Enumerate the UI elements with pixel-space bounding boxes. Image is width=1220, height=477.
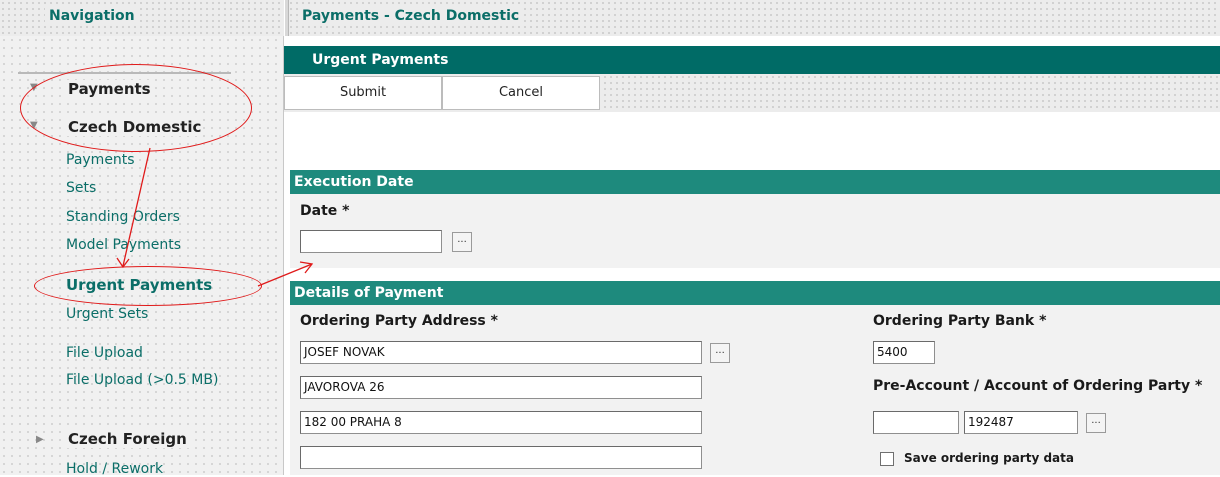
sidebar-item-sets[interactable]: Sets <box>66 180 96 196</box>
action-toolbar: Submit Cancel <box>284 74 1220 112</box>
page-title: Payments - Czech Domestic <box>298 8 524 24</box>
pre-account-input[interactable] <box>873 411 959 434</box>
top-header-bar: Navigation Payments - Czech Domestic <box>0 0 1220 37</box>
form-title: Urgent Payments <box>284 46 1220 74</box>
section-header-execution-date: Execution Date <box>290 170 1220 194</box>
submit-button[interactable]: Submit <box>284 76 442 110</box>
header-divider <box>284 0 289 36</box>
expand-arrow-icon[interactable]: ▶ <box>36 434 44 445</box>
ordering-party-bank-input[interactable]: 5400 <box>873 341 935 364</box>
account-number-input[interactable]: 192487 <box>964 411 1078 434</box>
execution-date-section: Date * ... <box>290 194 1220 268</box>
address-line-3-input[interactable]: 182 00 PRAHA 8 <box>300 411 702 434</box>
address-lookup-button[interactable]: ... <box>710 343 730 363</box>
sidebar-item-payments[interactable]: Payments <box>66 152 135 168</box>
sidebar-group-czech-domestic[interactable]: Czech Domestic <box>66 118 204 136</box>
sidebar-item-file-upload-large[interactable]: File Upload (>0.5 MB) <box>66 372 236 388</box>
save-ordering-party-checkbox[interactable] <box>880 452 894 466</box>
sidebar-group-payments[interactable]: Payments <box>66 80 153 98</box>
ordering-party-bank-label: Ordering Party Bank * <box>873 313 1047 329</box>
sidebar-item-file-upload[interactable]: File Upload <box>66 345 143 361</box>
collapse-arrow-icon[interactable]: ▼ <box>30 82 38 93</box>
collapse-arrow-icon[interactable]: ▼ <box>30 120 38 131</box>
sidebar-item-standing-orders[interactable]: Standing Orders <box>66 209 180 225</box>
account-label: Pre-Account / Account of Ordering Party … <box>873 378 1203 394</box>
address-line-1-input[interactable]: JOSEF NOVAK <box>300 341 702 364</box>
date-picker-button[interactable]: ... <box>452 232 472 252</box>
cancel-button[interactable]: Cancel <box>442 76 600 110</box>
date-input[interactable] <box>300 230 442 253</box>
address-line-2-input[interactable]: JAVOROVA 26 <box>300 376 702 399</box>
sidebar-group-czech-foreign[interactable]: Czech Foreign <box>66 430 189 448</box>
save-ordering-party-label: Save ordering party data <box>904 451 1074 465</box>
section-header-details-of-payment: Details of Payment <box>290 281 1220 305</box>
sidebar-item-urgent-payments[interactable]: Urgent Payments <box>66 277 212 293</box>
sidebar-item-model-payments[interactable]: Model Payments <box>66 237 181 253</box>
date-label: Date * <box>300 203 350 219</box>
ordering-party-address-label: Ordering Party Address * <box>300 313 498 329</box>
sidebar-item-urgent-sets[interactable]: Urgent Sets <box>66 306 148 322</box>
main-content: Urgent Payments Submit Cancel Execution … <box>284 36 1220 475</box>
navigation-title: Navigation <box>45 8 139 24</box>
address-line-4-input[interactable] <box>300 446 702 469</box>
sidebar-navigation: ▼ Payments ▼ Czech Domestic Payments Set… <box>0 36 284 477</box>
details-of-payment-section: Ordering Party Address * JOSEF NOVAK ...… <box>290 305 1220 475</box>
sidebar-divider <box>18 72 231 74</box>
account-lookup-button[interactable]: ... <box>1086 413 1106 433</box>
